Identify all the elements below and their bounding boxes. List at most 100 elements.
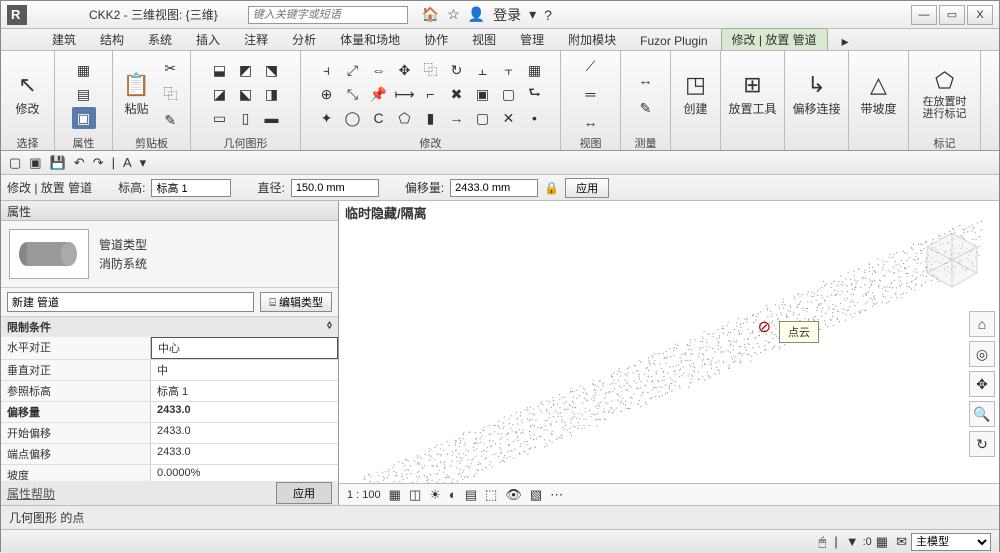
lock-icon[interactable]: 🔒 xyxy=(544,181,559,195)
prop-row[interactable]: 坡度0.0000% xyxy=(1,465,338,481)
qa-undo-icon[interactable]: ↶ xyxy=(74,155,85,171)
minimize-button[interactable]: — xyxy=(911,5,937,25)
qa-new-icon[interactable]: ▢ xyxy=(9,155,21,171)
box-icon[interactable]: ▢ xyxy=(471,107,495,129)
search-input[interactable] xyxy=(248,6,408,24)
user-icon[interactable]: 👤 xyxy=(468,6,485,23)
tab-struct[interactable]: 结构 xyxy=(89,28,135,50)
select-icon[interactable]: 🖱 xyxy=(819,534,827,550)
group-icon[interactable]: ▣ xyxy=(471,83,495,105)
pan-icon[interactable]: ✥ xyxy=(969,371,995,397)
view3-icon[interactable]: ↔ xyxy=(579,111,603,133)
cope-icon[interactable]: ⬓ xyxy=(208,59,232,81)
video-icon[interactable]: ▸ xyxy=(842,33,849,50)
props-icon[interactable]: ▦ xyxy=(72,59,96,81)
tab-system[interactable]: 系统 xyxy=(137,28,183,50)
cross-icon[interactable]: ✕ xyxy=(497,107,521,129)
scale-icon[interactable]: ⤡ xyxy=(341,83,365,105)
mirror-icon[interactable]: ⇔ xyxy=(367,59,391,81)
edit-type-button[interactable]: ⌸ 编辑类型 xyxy=(260,292,332,312)
scale-label[interactable]: 1 : 100 xyxy=(347,489,381,501)
copy-icon[interactable]: ⿻ xyxy=(158,83,182,105)
link-icon[interactable]: ⮑ xyxy=(523,83,547,105)
dim-icon[interactable]: ✎ xyxy=(634,97,658,119)
qa-open-icon[interactable]: ▣ xyxy=(29,155,41,171)
split-face-icon[interactable]: ◪ xyxy=(208,83,232,105)
match-icon[interactable]: ✎ xyxy=(158,109,182,131)
paste-button[interactable]: 📋 粘贴 xyxy=(121,70,152,119)
array-icon[interactable]: ▦ xyxy=(523,59,547,81)
paint-icon[interactable]: ⬕ xyxy=(234,83,258,105)
tab-arch[interactable]: 建筑 xyxy=(41,28,87,50)
view-cube[interactable] xyxy=(917,225,987,295)
viewport[interactable]: 临时隐藏/隔离 ⊘ 点云 ⌂ ◎ ✥ 🔍 ↻ 1 : 100 ▦ ◫ ☀ ◐ ▤… xyxy=(339,201,999,505)
apply-button[interactable]: 应用 xyxy=(565,178,609,198)
constraints-header[interactable]: 限制条件 ⬨ xyxy=(1,317,338,337)
shadow-icon[interactable]: ◐ xyxy=(449,487,457,502)
move-icon[interactable]: ✥ xyxy=(393,59,417,81)
orbit-icon[interactable]: ↻ xyxy=(969,431,995,457)
modify-button[interactable]: ↖ 修改 xyxy=(13,70,41,119)
prop-row[interactable]: 端点偏移2433.0 xyxy=(1,444,338,465)
hide-icon2[interactable]: 👁 xyxy=(505,487,522,503)
offset-icon[interactable]: ⤢ xyxy=(341,59,365,81)
star-icon[interactable]: ☆ xyxy=(447,6,460,23)
c-icon[interactable]: C xyxy=(367,107,391,129)
trim-icon[interactable]: ⫠ xyxy=(471,59,495,81)
override-icon[interactable]: ═ xyxy=(579,83,603,105)
bar-icon[interactable]: ▮ xyxy=(419,107,443,129)
prop-value[interactable]: 2433.0 xyxy=(151,402,338,422)
diameter-input[interactable] xyxy=(291,179,379,197)
pin-icon[interactable]: 📌 xyxy=(367,83,391,105)
tab-analyze[interactable]: 分析 xyxy=(281,28,327,50)
hide-icon[interactable]: ⟋ xyxy=(579,55,603,77)
prop-row[interactable]: 开始偏移2433.0 xyxy=(1,423,338,444)
level-select[interactable] xyxy=(151,179,231,197)
measure-icon[interactable]: ↔ xyxy=(634,69,658,91)
sun-icon[interactable]: ☀ xyxy=(429,487,441,503)
props-panel-icon[interactable]: ▣ xyxy=(72,107,96,129)
editreq-icon[interactable]: ✉ xyxy=(896,534,907,550)
tab-anno[interactable]: 注释 xyxy=(233,28,279,50)
ungroup-icon[interactable]: ▢ xyxy=(497,83,521,105)
prop-row[interactable]: 垂直对正中 xyxy=(1,360,338,381)
demolish-icon[interactable]: ◨ xyxy=(260,83,284,105)
dropdown-icon[interactable]: ▾ xyxy=(529,6,536,23)
info-icon[interactable]: 🏠 xyxy=(422,6,439,23)
prop-row[interactable]: 水平对正中心 xyxy=(1,337,338,360)
render-icon[interactable]: ▤ xyxy=(465,487,477,503)
prop-value[interactable]: 中心 xyxy=(151,337,338,359)
tab-mass[interactable]: 体量和场地 xyxy=(329,28,411,50)
prop-row[interactable]: 参照标高标高 1 xyxy=(1,381,338,402)
opening-icon[interactable]: ▯ xyxy=(234,107,258,129)
slope-button[interactable]: △ 带坡度 xyxy=(858,70,898,119)
wall-icon[interactable]: ▭ xyxy=(208,107,232,129)
arrow-icon[interactable]: → xyxy=(445,107,469,129)
crop-icon[interactable]: ⬚ xyxy=(485,487,497,503)
detail-icon[interactable]: ▦ xyxy=(389,487,401,503)
move2-icon[interactable]: ⊕ xyxy=(315,83,339,105)
vstyle-icon[interactable]: ◫ xyxy=(409,487,421,503)
instance-select[interactable] xyxy=(7,292,254,312)
prop-value[interactable]: 2433.0 xyxy=(151,444,338,464)
help-icon[interactable]: ? xyxy=(544,7,552,23)
props-filter-icon[interactable]: ▤ xyxy=(72,83,96,105)
tab-fuzor[interactable]: Fuzor Plugin xyxy=(629,31,718,50)
prop-value[interactable]: 2433.0 xyxy=(151,423,338,443)
place-tool-button[interactable]: ⊞ 放置工具 xyxy=(726,70,778,119)
circle-icon[interactable]: ◯ xyxy=(341,107,365,129)
props-apply-button[interactable]: 应用 xyxy=(276,482,332,504)
offset-input[interactable] xyxy=(450,179,538,197)
maximize-button[interactable]: ▭ xyxy=(939,5,965,25)
corner-icon[interactable]: ⌐ xyxy=(419,83,443,105)
qa-save-icon[interactable]: 💾 xyxy=(50,155,66,171)
tag-button[interactable]: ⬠ 在放置时 进行标记 xyxy=(921,66,969,122)
type-selector-row[interactable]: 管道类型 消防系统 xyxy=(1,221,338,288)
copy-geom-icon[interactable]: ⿻ xyxy=(419,59,443,81)
collapse-icon[interactable]: ⬨ xyxy=(327,319,332,335)
more-icon[interactable]: ⋯ xyxy=(550,487,563,503)
tab-addins[interactable]: 附加模块 xyxy=(557,28,627,50)
qa-text-icon[interactable]: A xyxy=(123,155,132,170)
tab-view[interactable]: 视图 xyxy=(461,28,507,50)
close-button[interactable]: X xyxy=(967,5,993,25)
